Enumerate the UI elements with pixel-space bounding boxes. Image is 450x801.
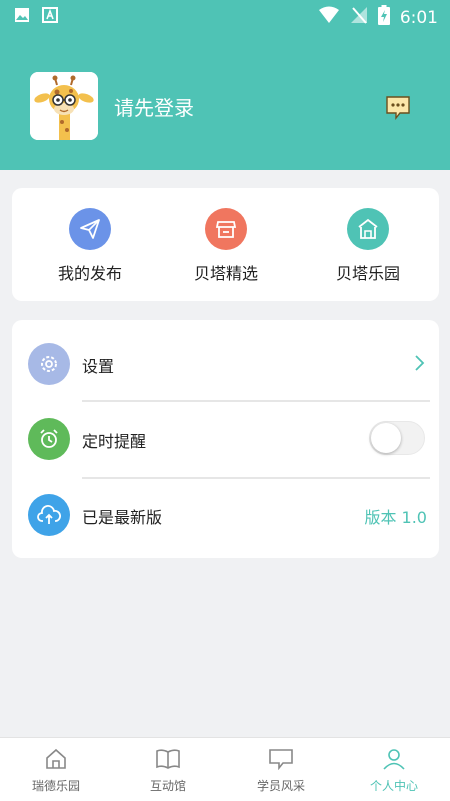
- reminder-row: 定时提醒: [12, 409, 439, 469]
- reminder-toggle[interactable]: [369, 421, 425, 455]
- settings-label: 设置: [82, 357, 115, 376]
- paper-plane-icon: [69, 208, 111, 250]
- battery-icon: [377, 5, 390, 30]
- building-icon: [347, 208, 389, 250]
- nav-item-student-showcase[interactable]: 学员风采: [225, 748, 337, 794]
- divider: [82, 400, 430, 402]
- my-posts-label: 我的发布: [57, 264, 122, 283]
- nav-label: 瑞德乐园: [31, 779, 80, 793]
- login-prompt[interactable]: 请先登录: [114, 92, 194, 121]
- version-text: 版本 1.0: [364, 508, 427, 527]
- nav-item-interaction-hall[interactable]: 互动馆: [112, 748, 224, 794]
- image-notification-icon: [14, 7, 30, 27]
- alarm-clock-icon: [28, 418, 70, 460]
- nav-item-ruide-park[interactable]: 瑞德乐园: [0, 748, 112, 794]
- shop-icon: [205, 208, 247, 250]
- update-label: 已是最新版: [82, 508, 163, 527]
- nav-label: 互动馆: [149, 779, 186, 793]
- book-icon: [112, 748, 224, 774]
- beta-picks-button[interactable]: 贝塔精选: [166, 208, 286, 284]
- chevron-right-icon: [413, 354, 425, 376]
- beta-picks-label: 贝塔精选: [193, 264, 258, 283]
- nav-label: 学员风采: [256, 779, 305, 793]
- nav-item-profile[interactable]: 个人中心: [338, 748, 450, 794]
- settings-card: 设置 定时提醒 已是最新版 版本 1.0: [12, 320, 439, 558]
- chat-icon: [225, 748, 337, 774]
- bottom-nav: 瑞德乐园 互动馆 学员风采 个人中心: [0, 737, 450, 801]
- my-posts-button[interactable]: 我的发布: [30, 208, 150, 284]
- no-signal-icon: [350, 6, 368, 29]
- update-row[interactable]: 已是最新版 版本 1.0: [12, 485, 439, 545]
- message-icon[interactable]: [385, 94, 411, 120]
- giraffe-avatar-icon: [30, 72, 98, 140]
- settings-row[interactable]: 设置: [12, 334, 439, 394]
- avatar[interactable]: [30, 72, 98, 140]
- reminder-label: 定时提醒: [82, 432, 147, 451]
- profile-header: 请先登录: [0, 32, 450, 170]
- divider: [82, 477, 430, 479]
- status-bar: 6:01: [0, 0, 450, 32]
- nav-label: 个人中心: [369, 779, 418, 793]
- quick-actions-card: 我的发布 贝塔精选 贝塔乐园: [12, 188, 439, 301]
- clock-time: 6:01: [399, 7, 438, 28]
- wifi-icon: [318, 6, 340, 29]
- cloud-upload-icon: [28, 494, 70, 536]
- beta-park-button[interactable]: 贝塔乐园: [308, 208, 428, 284]
- person-icon: [338, 748, 450, 774]
- toggle-knob: [371, 423, 401, 453]
- gear-icon: [28, 343, 70, 385]
- text-notification-icon: [42, 7, 58, 27]
- beta-park-label: 贝塔乐园: [335, 264, 400, 283]
- home-icon: [0, 748, 112, 774]
